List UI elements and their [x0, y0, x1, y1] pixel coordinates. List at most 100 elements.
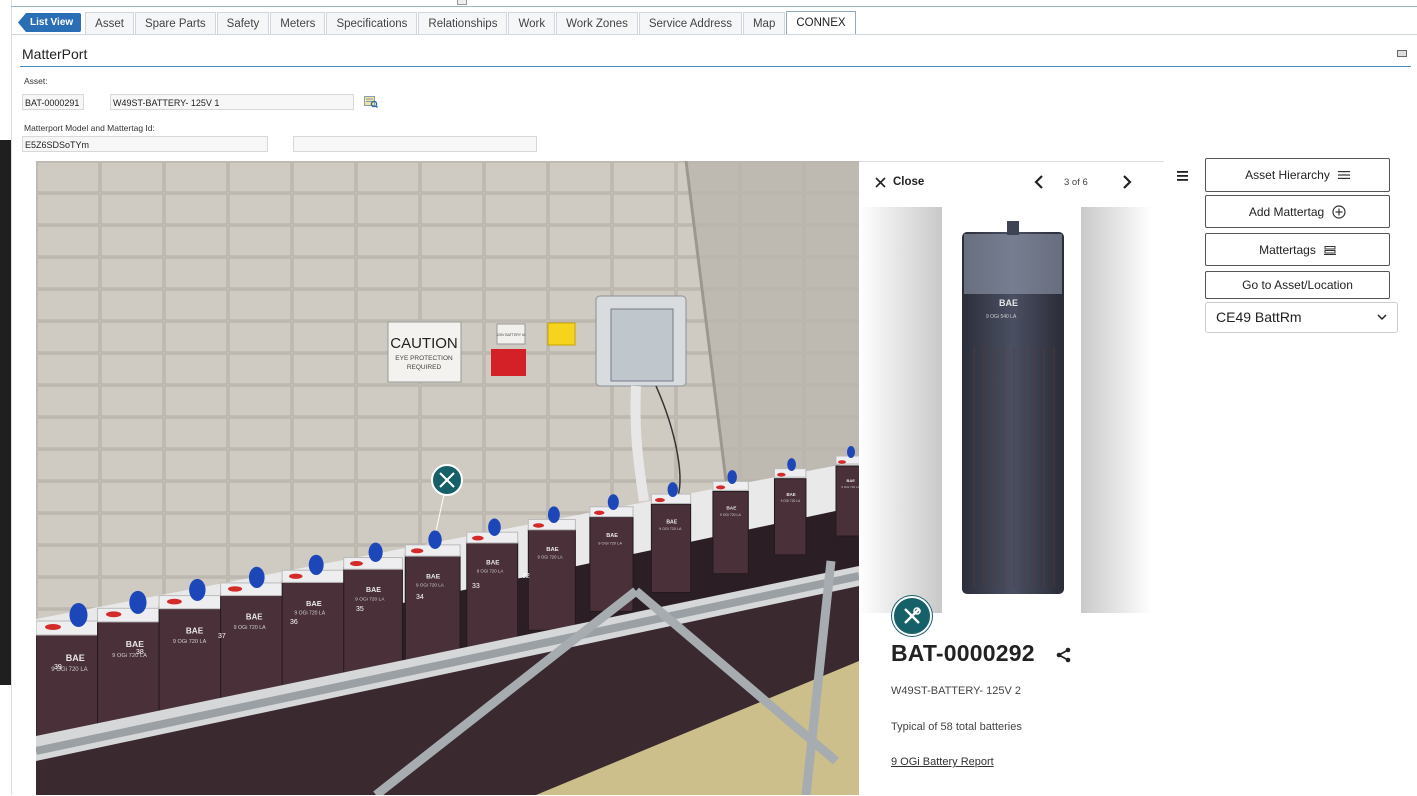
battery-vent-cap [129, 590, 147, 614]
add-circle-icon [1332, 204, 1346, 219]
tab-bar: List View Asset Spare Parts Safety Meter… [18, 11, 857, 35]
battery-brand-label: BAE [426, 573, 441, 580]
close-label: Close [893, 176, 925, 188]
battery-model-label: 9 OGi 720 LA [234, 625, 267, 631]
tab-connex[interactable]: CONNEX [786, 11, 856, 35]
cell-number: 38 [136, 649, 144, 656]
cell-number: 35 [356, 606, 364, 613]
battery-terminal [655, 498, 665, 503]
caution-sign: CAUTION EYE PROTECTION REQUIRED [387, 321, 462, 383]
tab-meters[interactable]: Meters [270, 12, 326, 35]
battery-model-label: 9 OGi 720 LA [355, 597, 385, 603]
tab-work-zones[interactable]: Work Zones [556, 12, 638, 35]
cell-number: 32 [522, 573, 530, 580]
photo-model: 9 OGi 540 LA [986, 314, 1017, 320]
battery-cell [773, 478, 807, 556]
battery-vent-cap [607, 494, 619, 510]
mattertag-asset-id: BAT-0000292 [891, 640, 1035, 666]
chevron-down-icon [1377, 314, 1387, 321]
tab-safety[interactable]: Safety [216, 12, 270, 35]
tab-relationships[interactable]: Relationships [418, 12, 508, 35]
share-icon[interactable] [1055, 646, 1073, 664]
battery-terminal [594, 510, 605, 515]
top-resize-handle[interactable] [457, 0, 467, 5]
battery-brand-label: BAE [606, 533, 618, 539]
collapse-section-button[interactable] [1397, 50, 1407, 57]
tabs-underline [11, 34, 1417, 35]
battery-vent-cap [69, 603, 88, 627]
battery-vent-cap [667, 482, 678, 497]
asset-id-field[interactable]: BAT-0000291 [22, 94, 84, 110]
cell-number: 36 [290, 619, 298, 626]
battery-vent-cap [189, 578, 206, 601]
asset-label: Asset: [24, 76, 48, 86]
chevron-left-icon[interactable] [1031, 173, 1047, 191]
battery-brand-label: BAE [486, 560, 499, 567]
battery-vent-cap [787, 458, 796, 471]
battery-model-label: 9 OGi 720 LA [538, 554, 563, 559]
battery-brand-label: BAE [306, 599, 322, 608]
battery-vent-cap [308, 554, 324, 575]
battery-model-label: 9 OGi 720 LA [720, 513, 742, 517]
asset-hierarchy-label: Asset Hierarchy [1245, 168, 1330, 182]
left-edge-strip [0, 0, 12, 795]
mattertag-id-field[interactable] [293, 136, 537, 152]
add-mattertag-button[interactable]: Add Mattertag [1205, 195, 1390, 228]
battery-vent-cap [248, 566, 265, 588]
list-view-button[interactable]: List View [18, 13, 82, 32]
battery-terminal [106, 611, 122, 618]
tab-work[interactable]: Work [508, 12, 556, 35]
add-mattertag-label: Add Mattertag [1248, 204, 1325, 219]
battery-model-label: 9 OGi 720 LA [477, 568, 504, 573]
battery-terminal [350, 561, 363, 567]
battery-cell [527, 528, 576, 631]
chevron-right-icon[interactable] [1119, 173, 1135, 191]
battery-terminal [716, 485, 726, 490]
photo-brand: BAE [999, 298, 1018, 308]
tab-map[interactable]: Map [742, 12, 786, 35]
close-button[interactable]: Close [875, 176, 924, 188]
tab-service-address[interactable]: Service Address [638, 12, 742, 35]
battery-vent-cap [847, 446, 855, 458]
battery-model-label: 9 OGi 720 LA [781, 499, 801, 503]
battery-terminal [533, 523, 545, 528]
matterport-3d-viewer[interactable]: CAUTION EYE PROTECTION REQUIRED 125V BAT… [36, 161, 859, 795]
caution-sign-line1: EYE PROTECTION [395, 355, 453, 362]
small-battery-label: 125V BATTERY #1 [496, 333, 526, 337]
battery-vent-cap [368, 542, 383, 562]
tab-asset[interactable]: Asset [85, 12, 134, 35]
battery-terminal [472, 535, 484, 541]
tab-specifications[interactable]: Specifications [326, 12, 418, 35]
close-icon [875, 176, 886, 188]
battery-brand-label: BAE [126, 639, 144, 649]
location-select[interactable]: CE49 BattRm [1205, 302, 1398, 333]
asset-hierarchy-button[interactable]: Asset Hierarchy [1205, 158, 1390, 192]
battery-terminal [838, 460, 846, 464]
battery-terminal [777, 472, 786, 477]
mattertags-button[interactable]: Mattertags [1205, 233, 1390, 266]
battery-brand-label: BAE [246, 613, 263, 622]
mattertag-description: W49ST-BATTERY- 125V 2 [891, 685, 1022, 697]
tab-spare-parts[interactable]: Spare Parts [134, 12, 216, 35]
battery-terminal [228, 586, 243, 592]
battery-report-link[interactable]: 9 OGi Battery Report [891, 756, 994, 768]
battery-brand-label: BAE [66, 653, 85, 663]
battery-model-label: 9 OGi 720 LA [659, 527, 682, 531]
cell-number: 37 [218, 633, 226, 640]
battery-brand-label: BAE [186, 626, 204, 635]
page-indicator: 3 of 6 [1064, 177, 1088, 188]
caution-sign-title: CAUTION [390, 335, 458, 352]
mattertag-detail-panel: Close 3 of 6 BAE 9 OGi 540 LA BAT-000029… [859, 161, 1164, 796]
battery-brand-label: BAE [786, 492, 795, 497]
matterport-model-field[interactable]: E5Z6SDSoTYm [22, 136, 268, 152]
battery-vent-cap [488, 518, 501, 536]
battery-photo: BAE 9 OGi 540 LA [859, 207, 1152, 613]
location-select-value: CE49 BattRm [1216, 309, 1302, 325]
asset-description-field[interactable]: W49ST-BATTERY- 125V 1 [110, 94, 354, 110]
menu-icon[interactable] [1177, 170, 1188, 182]
go-to-asset-location-button[interactable]: Go to Asset/Location [1205, 271, 1390, 299]
battery-brand-label: BAE [666, 519, 677, 525]
lookup-icon[interactable] [364, 95, 378, 108]
top-border [11, 6, 1417, 7]
list-icon [1337, 171, 1350, 179]
